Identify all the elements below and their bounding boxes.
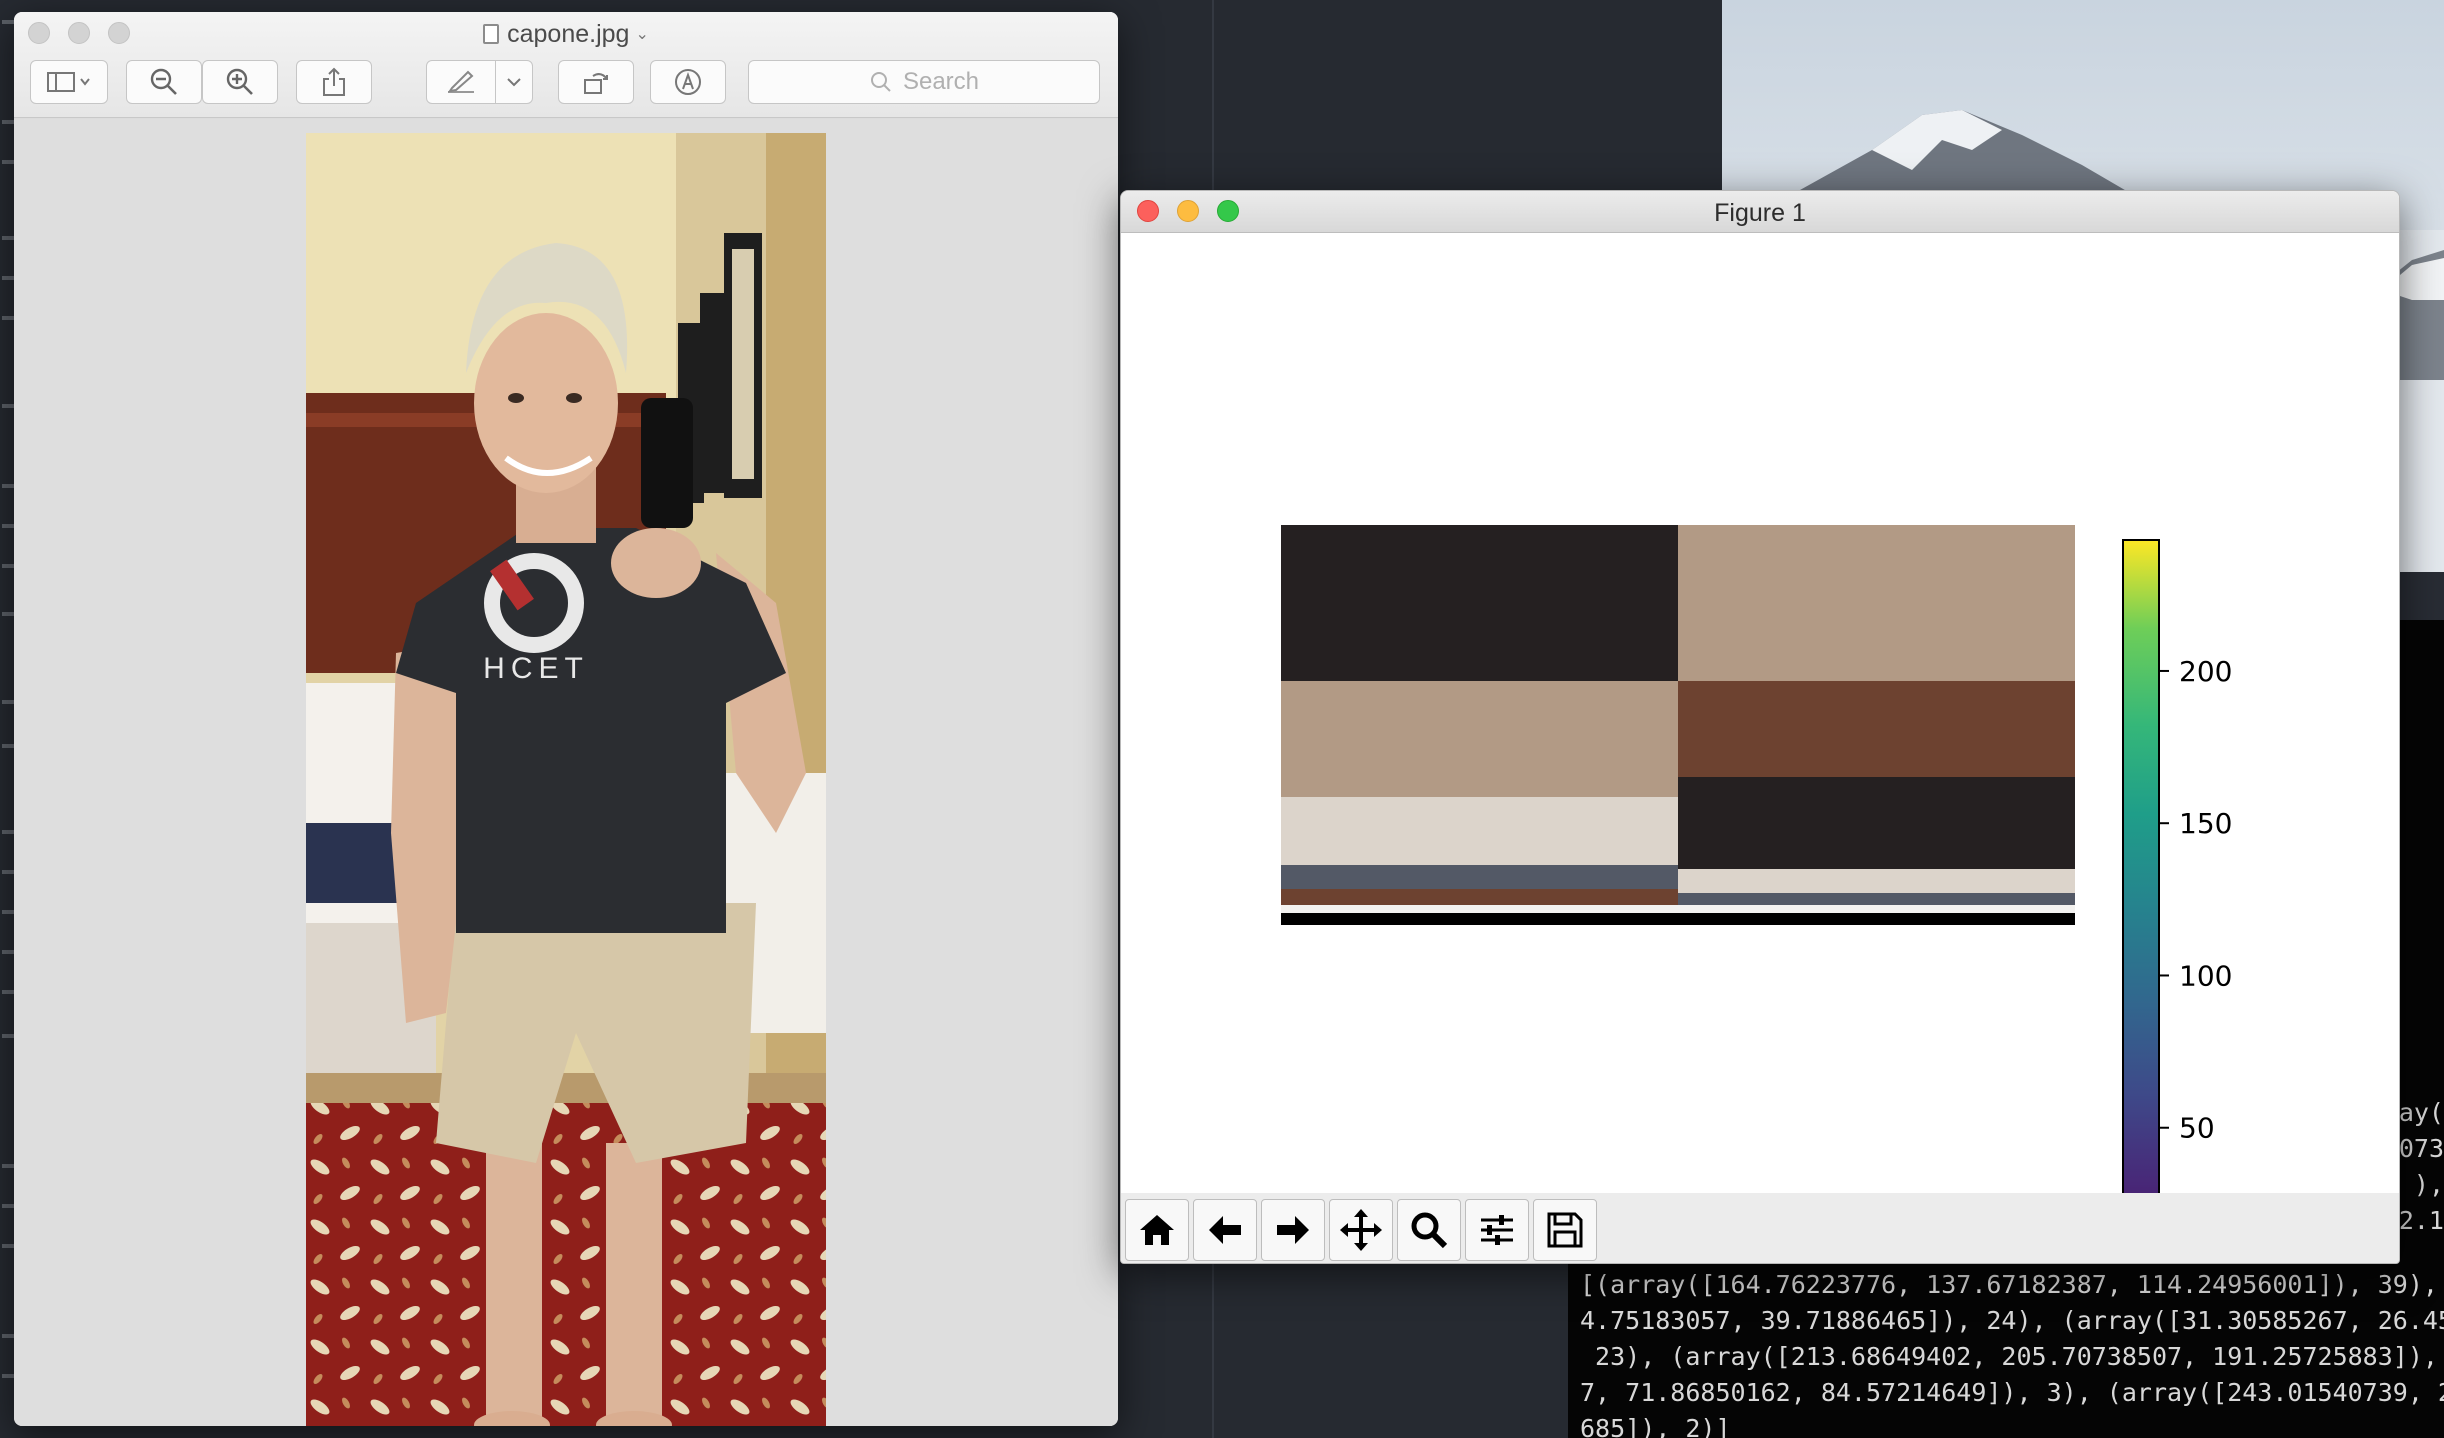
chevron-down-icon: ⌄ — [635, 26, 649, 43]
share-button[interactable] — [296, 60, 372, 104]
back-button[interactable] — [1193, 1199, 1257, 1261]
figure-titlebar[interactable]: Figure 1 — [1121, 191, 2399, 233]
sidebar-icon — [47, 72, 90, 92]
rotate-button[interactable] — [558, 60, 634, 104]
magnifier-icon — [1411, 1212, 1448, 1249]
zoom-rect-button[interactable] — [1397, 1199, 1461, 1261]
chevron-down-icon — [507, 78, 521, 87]
plot-canvas[interactable]: 050100150200 — [1121, 233, 2399, 1263]
pan-button[interactable] — [1329, 1199, 1393, 1261]
arrow-left-icon — [1209, 1216, 1241, 1244]
color-segment-col2-2 — [1678, 681, 2075, 777]
color-segment-col2-1 — [1678, 525, 2075, 681]
zoom-in-icon — [226, 68, 253, 95]
preview-titlebar[interactable]: capone.jpg ⌄ Search — [14, 12, 1118, 118]
colorbar-tick-label: 100 — [2179, 959, 2232, 992]
terminal-fragment: ), — [2413, 1170, 2444, 1199]
search-input[interactable]: Search — [748, 60, 1100, 104]
window-title-label: capone.jpg — [507, 20, 630, 48]
terminal-line: [(array([164.76223776, 137.67182387, 114… — [1580, 1270, 2444, 1299]
selfie-photo: HCET — [306, 133, 826, 1426]
jpeg-file-icon — [483, 24, 500, 44]
share-icon — [323, 67, 345, 96]
sliders-icon — [1481, 1215, 1513, 1245]
color-bar-chart: 050100150200 — [1281, 525, 2232, 1263]
color-segment-col2-7 — [1678, 913, 2075, 925]
color-segment-col1-7 — [1281, 913, 1678, 925]
pen-icon — [447, 70, 474, 93]
color-segment-col2-3 — [1678, 777, 2075, 869]
color-segment-col2-5 — [1678, 893, 2075, 905]
markup-icon — [675, 69, 701, 95]
color-segment-col1-4 — [1281, 865, 1678, 889]
preview-canvas[interactable]: HCET — [14, 119, 1118, 1426]
colorbar-gradient — [2122, 539, 2160, 1263]
terminal-fragment: 073 — [2398, 1134, 2444, 1163]
terminal-line: 685]), 2)] — [1580, 1414, 1731, 1438]
window-title: Figure 1 — [1714, 199, 1806, 227]
floppy-disk-icon — [1547, 1212, 1583, 1248]
colorbar-tick-label: 150 — [2179, 807, 2232, 840]
color-segments — [1281, 525, 2075, 925]
search-placeholder: Search — [902, 68, 980, 95]
home-button[interactable] — [1125, 1199, 1189, 1261]
shirt-logo-text: HCET — [483, 652, 589, 685]
colorbar-tick-label: 50 — [2179, 1112, 2215, 1145]
color-segment-col1-3 — [1281, 797, 1678, 865]
terminal-line: 4.75183057, 39.71886465]), 24), (array([… — [1580, 1306, 2444, 1335]
sidebar-toggle-button[interactable] — [30, 60, 108, 104]
markup-pen-button[interactable] — [426, 60, 496, 104]
window-title[interactable]: capone.jpg ⌄ — [14, 20, 1118, 49]
save-figure-button[interactable] — [1533, 1199, 1597, 1261]
markup-options-button[interactable] — [495, 60, 533, 104]
colorbar-tick-label: 200 — [2179, 655, 2232, 688]
color-segment-col1-6 — [1281, 905, 1678, 913]
figure-window: Figure 1 50 100 150 200 — [1120, 190, 2400, 1264]
zoom-out-button[interactable] — [126, 60, 202, 104]
color-segment-col2-6 — [1678, 905, 2075, 913]
color-segment-col1-2 — [1281, 681, 1678, 797]
markup-toolbar-button[interactable] — [650, 60, 726, 104]
color-segment-col2-4 — [1678, 869, 2075, 893]
terminal-line: 23), (array([213.68649402, 205.70738507,… — [1580, 1342, 2444, 1371]
configure-subplots-button[interactable] — [1465, 1199, 1529, 1261]
search-icon — [870, 72, 891, 92]
terminal-line: 7, 71.86850162, 84.57214649]), 3), (arra… — [1580, 1378, 2444, 1407]
preview-window: capone.jpg ⌄ Search HCET — [14, 12, 1118, 1426]
home-icon — [1140, 1215, 1174, 1245]
rotate-icon — [584, 73, 608, 94]
color-segment-col1-5 — [1281, 889, 1678, 905]
arrow-right-icon — [1277, 1216, 1309, 1244]
colorbar: 050100150200 — [2122, 539, 2232, 1263]
move-icon — [1340, 1209, 1382, 1251]
forward-button[interactable] — [1261, 1199, 1325, 1261]
color-segment-col1-1 — [1281, 525, 1678, 681]
matplotlib-toolbar — [1121, 1193, 2399, 1263]
zoom-in-button[interactable] — [202, 60, 278, 104]
zoom-out-icon — [150, 68, 177, 95]
